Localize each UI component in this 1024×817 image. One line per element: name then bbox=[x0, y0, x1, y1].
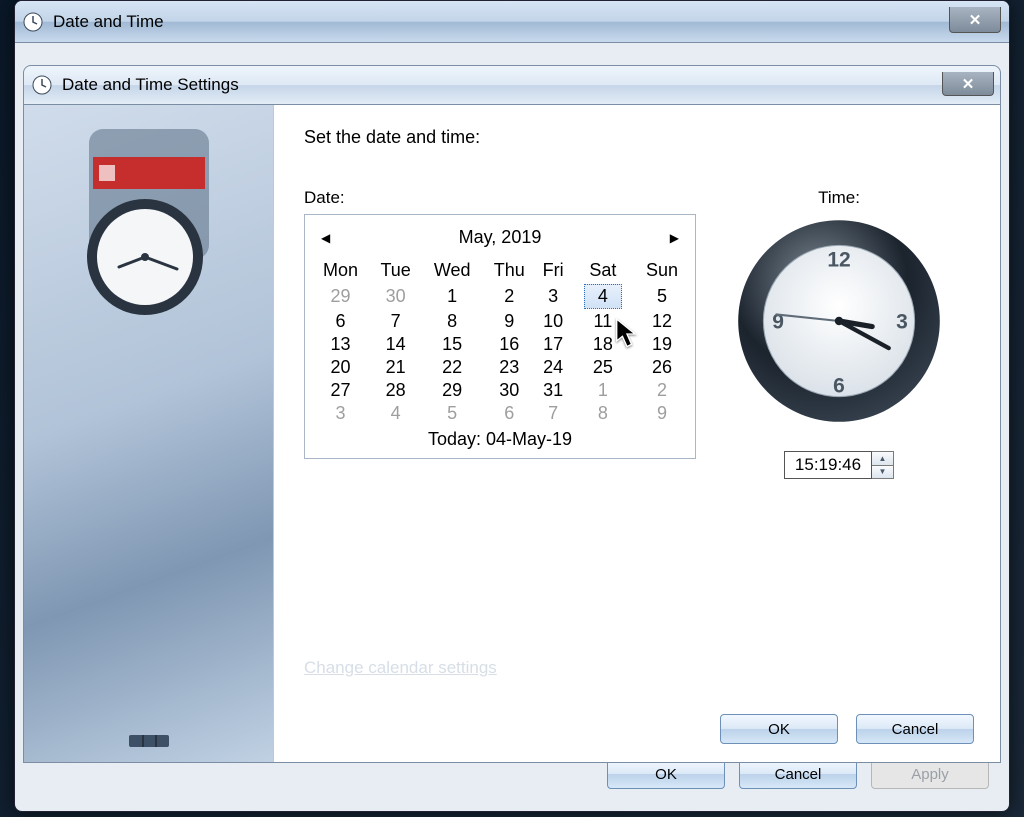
prev-month-button[interactable]: ◀ bbox=[321, 231, 330, 245]
calendar-day[interactable]: 12 bbox=[635, 310, 689, 333]
calendar-day[interactable]: 25 bbox=[571, 356, 635, 379]
svg-text:6: 6 bbox=[833, 374, 845, 397]
calendar-day[interactable]: 3 bbox=[535, 283, 570, 310]
calendar-day[interactable]: 20 bbox=[311, 356, 370, 379]
close-icon: ✕ bbox=[969, 11, 982, 29]
outer-date-time-window: Date and Time ✕ OK Cancel Apply Date and… bbox=[14, 0, 1010, 812]
calendar-day[interactable]: 9 bbox=[483, 310, 535, 333]
inner-close-button[interactable]: ✕ bbox=[942, 72, 994, 96]
calendar-weekday: Sat bbox=[571, 258, 635, 283]
clock-icon bbox=[32, 75, 52, 95]
calendar-day[interactable]: 9 bbox=[635, 402, 689, 425]
calendar-weekday: Fri bbox=[535, 258, 570, 283]
calendar-clock-illustration-icon bbox=[59, 117, 239, 327]
content-area: Set the date and time: Date: ◀ May, 2019… bbox=[274, 105, 1000, 762]
calendar-day[interactable]: 23 bbox=[483, 356, 535, 379]
inner-button-row: OK Cancel bbox=[720, 714, 974, 744]
calendar-day[interactable]: 5 bbox=[421, 402, 483, 425]
calendar-day[interactable]: 31 bbox=[535, 379, 570, 402]
time-spin-up[interactable]: ▲ bbox=[872, 452, 893, 465]
date-label: Date: bbox=[304, 188, 708, 208]
calendar-day[interactable]: 30 bbox=[370, 283, 421, 310]
inner-title: Date and Time Settings bbox=[62, 75, 239, 95]
calendar-month[interactable]: May, 2019 bbox=[459, 227, 542, 248]
calendar-day[interactable]: 2 bbox=[635, 379, 689, 402]
calendar-day[interactable]: 7 bbox=[370, 310, 421, 333]
outer-body: OK Cancel Apply Date and Time Settings ✕ bbox=[15, 43, 1009, 811]
calendar-day[interactable]: 21 bbox=[370, 356, 421, 379]
calendar-day[interactable]: 30 bbox=[483, 379, 535, 402]
dialog-heading: Set the date and time: bbox=[304, 127, 970, 148]
calendar-day[interactable]: 10 bbox=[535, 310, 570, 333]
calendar-weekday: Sun bbox=[635, 258, 689, 283]
date-time-settings-dialog: Date and Time Settings ✕ bbox=[23, 65, 1001, 765]
calendar-day[interactable]: 3 bbox=[311, 402, 370, 425]
calendar-day[interactable]: 22 bbox=[421, 356, 483, 379]
calendar-day[interactable]: 6 bbox=[483, 402, 535, 425]
calendar-day[interactable]: 26 bbox=[635, 356, 689, 379]
time-label: Time: bbox=[708, 188, 970, 208]
calendar-weekday: Tue bbox=[370, 258, 421, 283]
calendar-day[interactable]: 28 bbox=[370, 379, 421, 402]
calendar-day[interactable]: 14 bbox=[370, 333, 421, 356]
inner-cancel-button[interactable]: Cancel bbox=[856, 714, 974, 744]
calendar-day[interactable]: 19 bbox=[635, 333, 689, 356]
calendar-day[interactable]: 16 bbox=[483, 333, 535, 356]
bricks-icon bbox=[129, 721, 169, 752]
calendar-day[interactable]: 2 bbox=[483, 283, 535, 310]
clock-icon bbox=[23, 12, 43, 32]
side-panel bbox=[24, 105, 274, 762]
svg-text:3: 3 bbox=[896, 310, 908, 333]
outer-titlebar: Date and Time ✕ bbox=[15, 1, 1009, 43]
time-input[interactable] bbox=[784, 451, 872, 479]
time-section: Time: bbox=[708, 188, 970, 479]
calendar-day[interactable]: 8 bbox=[571, 402, 635, 425]
calendar-day[interactable]: 8 bbox=[421, 310, 483, 333]
calendar-day[interactable]: 13 bbox=[311, 333, 370, 356]
analog-clock: 12 3 6 9 bbox=[734, 216, 944, 431]
calendar-today-label[interactable]: Today: 04-May-19 bbox=[311, 425, 689, 450]
calendar-day[interactable]: 6 bbox=[311, 310, 370, 333]
calendar-day[interactable]: 27 bbox=[311, 379, 370, 402]
calendar: ◀ May, 2019 ▶ MonTueWedThuFriSatSun 2930… bbox=[304, 214, 696, 459]
calendar-day[interactable]: 4 bbox=[571, 283, 635, 310]
outer-close-button[interactable]: ✕ bbox=[949, 7, 1001, 33]
inner-ok-button[interactable]: OK bbox=[720, 714, 838, 744]
calendar-day[interactable]: 29 bbox=[421, 379, 483, 402]
calendar-day[interactable]: 11 bbox=[571, 310, 635, 333]
inner-titlebar: Date and Time Settings ✕ bbox=[23, 65, 1001, 105]
outer-title: Date and Time bbox=[53, 12, 164, 32]
calendar-weekday: Thu bbox=[483, 258, 535, 283]
calendar-day[interactable]: 4 bbox=[370, 402, 421, 425]
calendar-grid: MonTueWedThuFriSatSun 293012345678910111… bbox=[311, 258, 689, 425]
calendar-day[interactable]: 7 bbox=[535, 402, 570, 425]
calendar-weekday: Mon bbox=[311, 258, 370, 283]
calendar-day[interactable]: 15 bbox=[421, 333, 483, 356]
inner-body: Set the date and time: Date: ◀ May, 2019… bbox=[23, 105, 1001, 763]
svg-text:12: 12 bbox=[827, 248, 850, 271]
calendar-day[interactable]: 29 bbox=[311, 283, 370, 310]
calendar-day[interactable]: 5 bbox=[635, 283, 689, 310]
time-spinner: ▲ ▼ bbox=[872, 451, 894, 479]
time-spin-down[interactable]: ▼ bbox=[872, 465, 893, 479]
next-month-button[interactable]: ▶ bbox=[670, 231, 679, 245]
calendar-day[interactable]: 18 bbox=[571, 333, 635, 356]
change-calendar-settings-link[interactable]: Change calendar settings bbox=[304, 658, 497, 678]
calendar-weekday: Wed bbox=[421, 258, 483, 283]
calendar-day[interactable]: 24 bbox=[535, 356, 570, 379]
date-section: Date: ◀ May, 2019 ▶ MonTueWedThuFriSatSu… bbox=[304, 188, 708, 479]
calendar-day[interactable]: 1 bbox=[571, 379, 635, 402]
calendar-day[interactable]: 1 bbox=[421, 283, 483, 310]
calendar-day[interactable]: 17 bbox=[535, 333, 570, 356]
close-icon: ✕ bbox=[962, 75, 975, 93]
